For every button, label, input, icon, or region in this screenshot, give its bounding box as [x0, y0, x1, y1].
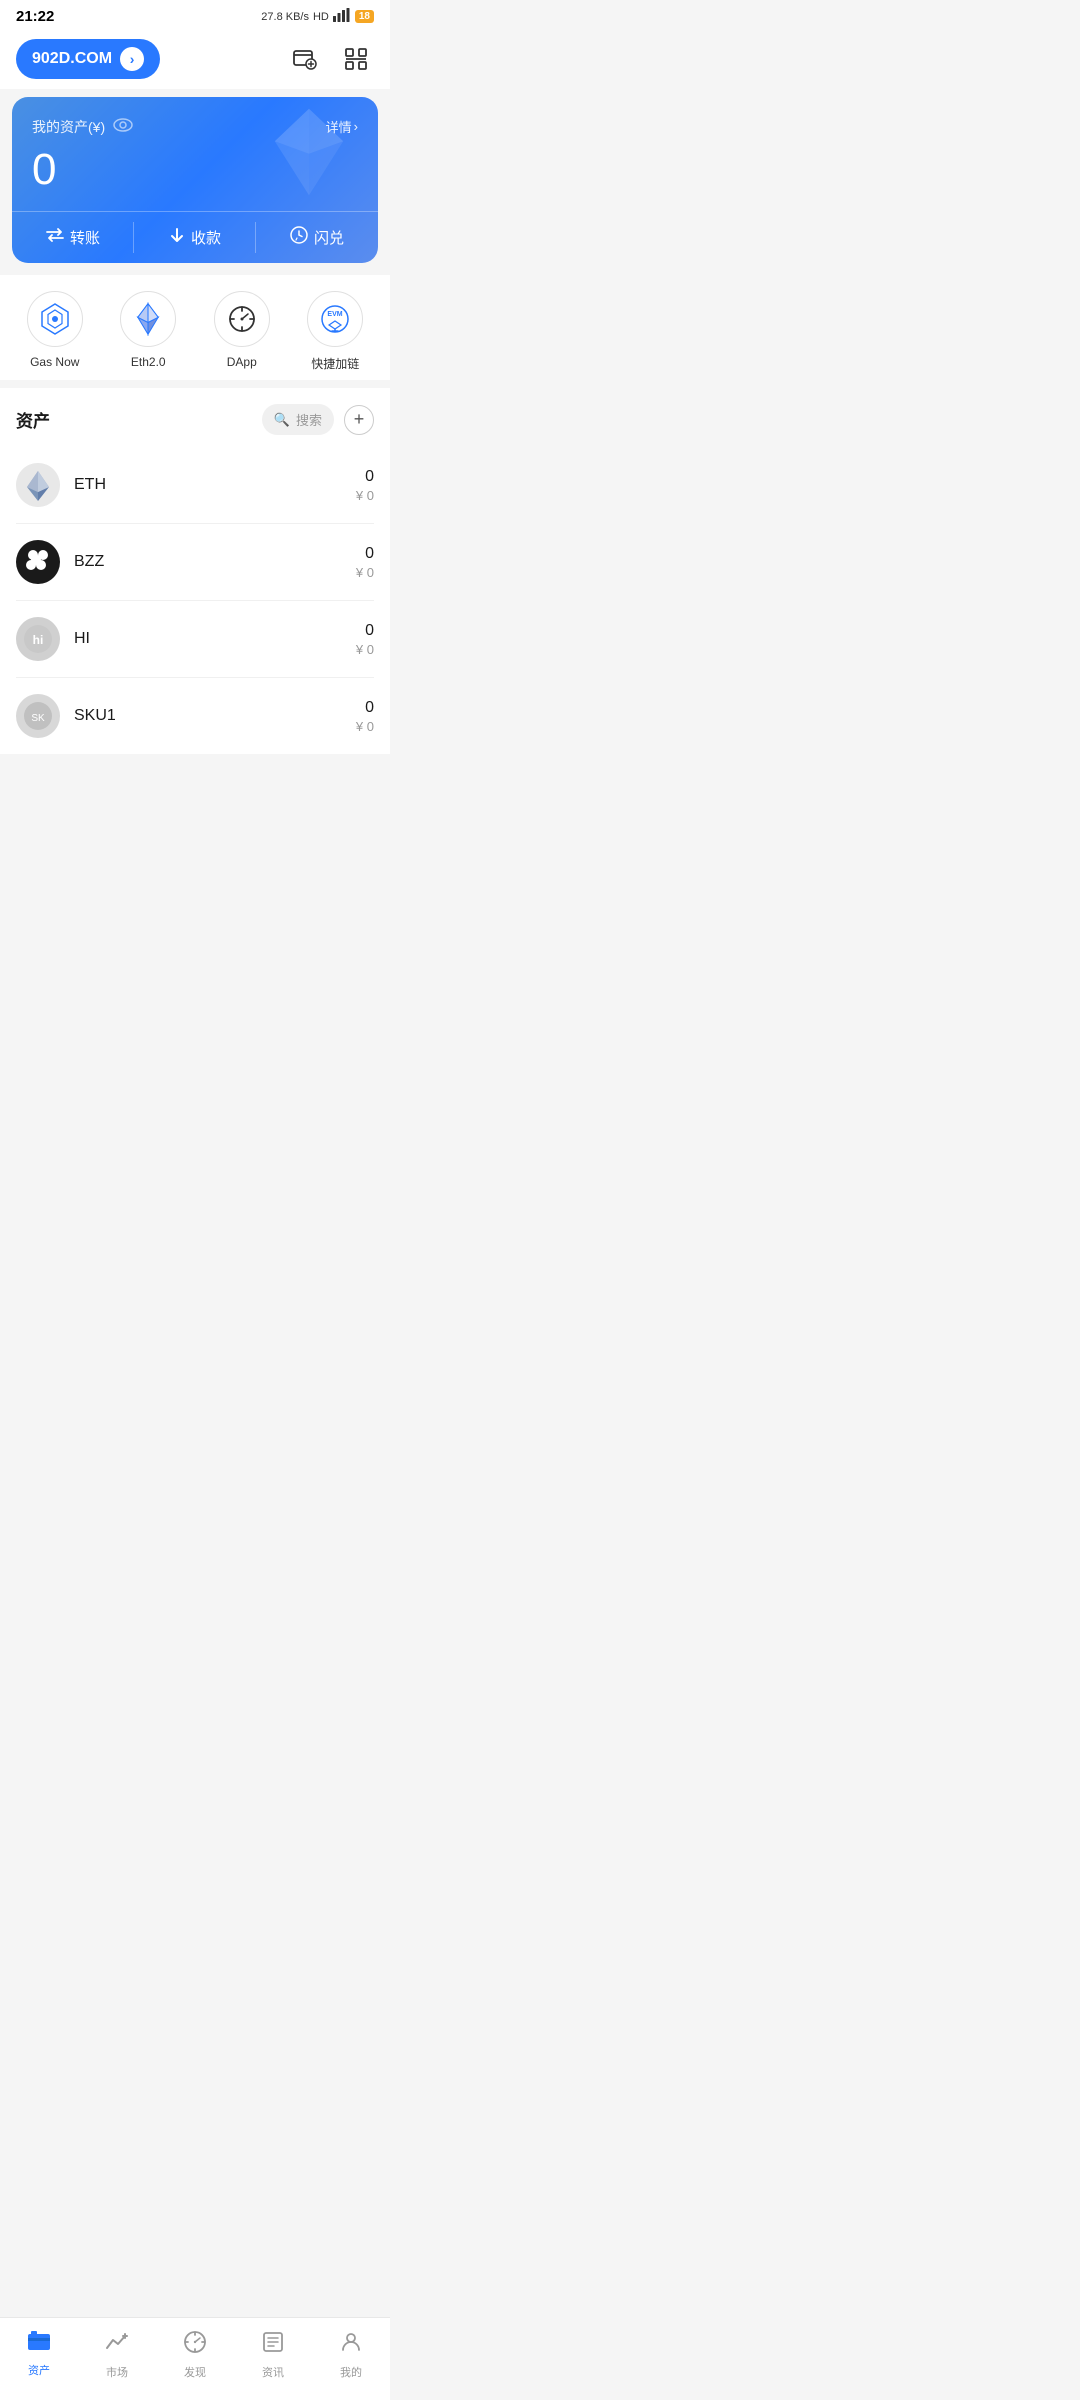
- eth-name: ETH: [74, 476, 356, 494]
- dapp-label: DApp: [227, 355, 257, 369]
- assets-section: 资产 🔍 搜索 + ETH 0 ¥ 0: [0, 388, 390, 754]
- bzz-name: BZZ: [74, 553, 356, 571]
- receive-button[interactable]: 收款: [134, 212, 256, 263]
- header-icons: [286, 41, 374, 77]
- status-time: 21:22: [16, 8, 54, 25]
- eth2-label: Eth2.0: [131, 355, 166, 369]
- sku1-name: SKU1: [74, 707, 356, 725]
- hi-cny: ¥ 0: [356, 642, 374, 657]
- search-placeholder: 搜索: [296, 410, 322, 429]
- asset-card-label: 我的资产(¥): [32, 117, 105, 137]
- arrow-circle: ›: [120, 47, 144, 71]
- bzz-amount: 0: [356, 545, 374, 563]
- nav-item-profile[interactable]: 我的: [312, 2326, 390, 2384]
- assets-controls: 🔍 搜索 +: [262, 404, 374, 435]
- status-bar: 21:22 27.8 KB/s HD 18: [0, 0, 390, 29]
- visibility-icon[interactable]: [113, 118, 133, 137]
- speed-indicator: 27.8 KB/s: [261, 11, 309, 23]
- assets-title: 资产: [16, 407, 50, 432]
- receive-icon: [169, 227, 185, 248]
- sku1-values: 0 ¥ 0: [356, 699, 374, 734]
- assets-header: 资产 🔍 搜索 +: [16, 388, 374, 447]
- quick-item-quick-chain[interactable]: EVM 快捷加链: [307, 291, 363, 372]
- nav-assets-label: 资产: [28, 2362, 50, 2378]
- nav-news-icon: [261, 2330, 285, 2360]
- sku1-icon: SK: [16, 694, 60, 738]
- bzz-cny: ¥ 0: [356, 565, 374, 580]
- bzz-values: 0 ¥ 0: [356, 545, 374, 580]
- hd-badge: HD: [313, 11, 329, 23]
- quick-item-gas-now[interactable]: Gas Now: [27, 291, 83, 372]
- eth-icon: [16, 463, 60, 507]
- nav-market-icon: [105, 2330, 129, 2360]
- hi-icon: hi: [16, 617, 60, 661]
- bzz-icon: [16, 540, 60, 584]
- signal-icon: [333, 8, 351, 25]
- eth-diamond-watermark: [264, 107, 354, 202]
- quick-item-eth2[interactable]: Eth2.0: [120, 291, 176, 372]
- quick-chain-label: 快捷加链: [311, 355, 359, 372]
- status-icons: 27.8 KB/s HD 18: [261, 8, 374, 25]
- add-wallet-button[interactable]: [286, 41, 322, 77]
- card-actions: 转账 收款 闪兑: [12, 211, 378, 263]
- eth2-icon-circle: [120, 291, 176, 347]
- gas-now-label: Gas Now: [30, 355, 79, 369]
- dapp-icon-circle: [214, 291, 270, 347]
- logo-button[interactable]: 902D.COM ›: [16, 39, 160, 79]
- asset-item-eth[interactable]: ETH 0 ¥ 0: [16, 447, 374, 524]
- battery-icon: 18: [355, 10, 374, 23]
- sku1-cny: ¥ 0: [356, 719, 374, 734]
- asset-card: 我的资产(¥) 详情 › 0: [12, 97, 378, 263]
- svg-text:SK: SK: [31, 713, 45, 724]
- flash-swap-label: 闪兑: [314, 227, 344, 248]
- scan-button[interactable]: [338, 41, 374, 77]
- receive-label: 收款: [191, 227, 221, 248]
- nav-profile-label: 我的: [340, 2364, 362, 2380]
- gas-now-icon-circle: [27, 291, 83, 347]
- quick-chain-icon-circle: EVM: [307, 291, 363, 347]
- quick-menu: Gas Now Eth2.0 DAp: [0, 275, 390, 380]
- nav-market-label: 市场: [106, 2364, 128, 2380]
- nav-profile-icon: [339, 2330, 363, 2360]
- asset-item-hi[interactable]: hi HI 0 ¥ 0: [16, 601, 374, 678]
- asset-item-bzz[interactable]: BZZ 0 ¥ 0: [16, 524, 374, 601]
- nav-discover-label: 发现: [184, 2364, 206, 2380]
- bottom-nav: 资产 市场 发现: [0, 2317, 390, 2400]
- transfer-icon: [46, 228, 64, 247]
- search-box[interactable]: 🔍 搜索: [262, 404, 334, 435]
- sku1-amount: 0: [356, 699, 374, 717]
- eth-values: 0 ¥ 0: [356, 468, 374, 503]
- logo-text: 902D.COM: [32, 50, 112, 68]
- nav-news-label: 资讯: [262, 2364, 284, 2380]
- asset-item-sku1[interactable]: SK SKU1 0 ¥ 0: [16, 678, 374, 754]
- eth-amount: 0: [356, 468, 374, 486]
- nav-item-assets[interactable]: 资产: [0, 2326, 78, 2384]
- eth-cny: ¥ 0: [356, 488, 374, 503]
- hi-name: HI: [74, 630, 356, 648]
- nav-item-news[interactable]: 资讯: [234, 2326, 312, 2384]
- quick-item-dapp[interactable]: DApp: [214, 291, 270, 372]
- nav-discover-icon: [183, 2330, 207, 2360]
- header: 902D.COM ›: [0, 29, 390, 89]
- transfer-label: 转账: [70, 227, 100, 248]
- nav-assets-icon: [27, 2330, 51, 2358]
- transfer-button[interactable]: 转账: [12, 212, 134, 263]
- svg-text:EVM: EVM: [328, 311, 343, 318]
- search-icon: 🔍: [274, 412, 290, 428]
- flash-swap-icon: [290, 226, 308, 249]
- nav-item-discover[interactable]: 发现: [156, 2326, 234, 2384]
- flash-swap-button[interactable]: 闪兑: [256, 212, 378, 263]
- hi-values: 0 ¥ 0: [356, 622, 374, 657]
- nav-item-market[interactable]: 市场: [78, 2326, 156, 2384]
- svg-text:hi: hi: [33, 633, 44, 647]
- hi-amount: 0: [356, 622, 374, 640]
- add-asset-button[interactable]: +: [344, 405, 374, 435]
